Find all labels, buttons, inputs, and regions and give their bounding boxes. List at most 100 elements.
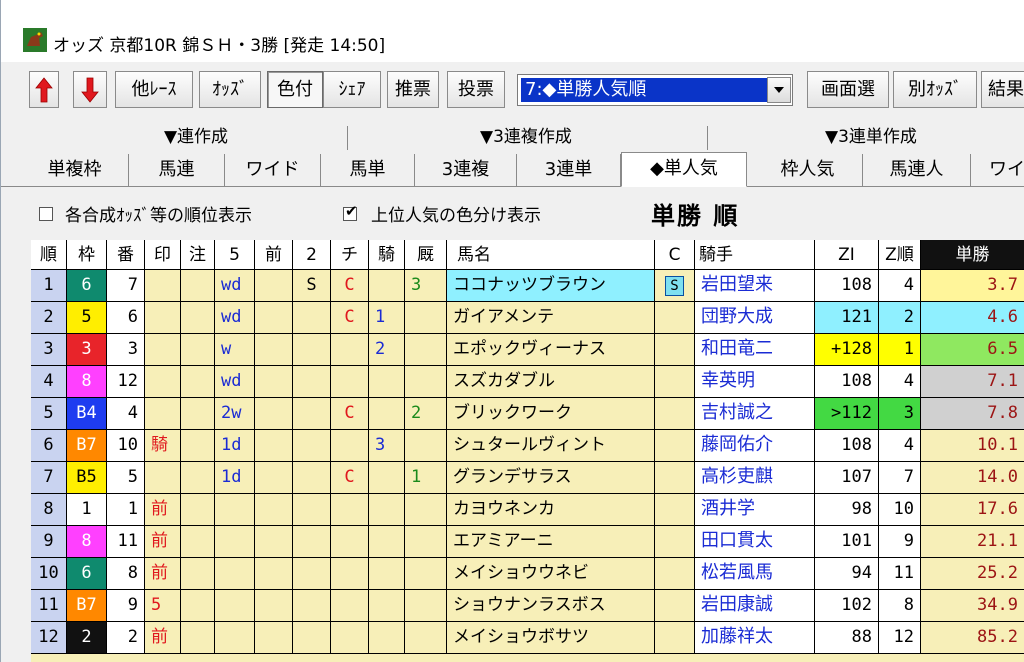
share-button[interactable]: ｼｪｱ bbox=[323, 71, 381, 108]
win-odds-cell[interactable]: 34.9 bbox=[921, 590, 1024, 622]
jockey-name[interactable]: 藤岡佑介 bbox=[695, 430, 815, 462]
jockey-name[interactable]: 酒井学 bbox=[695, 494, 815, 526]
column-header-zrank[interactable]: Z順 bbox=[879, 240, 921, 270]
horse-name[interactable]: シュタールヴィント bbox=[447, 430, 655, 462]
column-header-five[interactable]: 5 bbox=[215, 240, 255, 270]
umaban-cell: 1 bbox=[107, 494, 145, 526]
jockey-name[interactable]: 吉村誠之 bbox=[695, 398, 815, 430]
column-header-jockey[interactable]: 騎手 bbox=[695, 240, 815, 270]
c-cell bbox=[655, 302, 695, 334]
tab-wide[interactable]: ワイド bbox=[225, 154, 321, 186]
jockey-name[interactable]: 田口貫太 bbox=[695, 526, 815, 558]
top-color-checkbox[interactable]: ✔ bbox=[343, 203, 358, 221]
column-header-two[interactable]: 2 bbox=[293, 240, 331, 270]
win-odds-cell[interactable]: 10.1 bbox=[921, 430, 1024, 462]
jockey-name[interactable]: 岩田康誠 bbox=[695, 590, 815, 622]
tab-tanfukuwaku[interactable]: 単複枠 bbox=[21, 154, 129, 186]
recent5-cell bbox=[215, 526, 255, 558]
column-header-chi[interactable]: チ bbox=[331, 240, 369, 270]
jockey-name[interactable]: 岩田望来 bbox=[695, 270, 815, 302]
horse-name[interactable]: ブリックワーク bbox=[447, 398, 655, 430]
win-odds-cell[interactable]: 25.2 bbox=[921, 558, 1024, 590]
column-header-ban[interactable]: 番 bbox=[107, 240, 145, 270]
column-header-kyu[interactable]: 厩 bbox=[405, 240, 447, 270]
column-header-chu[interactable]: 注 bbox=[181, 240, 215, 270]
result-button[interactable]: 結果 bbox=[981, 71, 1024, 108]
column-header-waku[interactable]: 枠 bbox=[67, 240, 107, 270]
waku-cell: 5 bbox=[67, 302, 107, 334]
win-odds-cell[interactable]: 17.6 bbox=[921, 494, 1024, 526]
column-header-c[interactable]: C bbox=[655, 240, 695, 270]
jockey-name[interactable]: 松若風馬 bbox=[695, 558, 815, 590]
color-button[interactable]: 色付 bbox=[267, 71, 323, 108]
rank-cell: 11 bbox=[31, 590, 67, 622]
rank-cell: 12 bbox=[31, 622, 67, 654]
tab-wide-ninki[interactable]: ワイ bbox=[971, 154, 1024, 186]
horse-name[interactable]: エポックヴィーナス bbox=[447, 334, 655, 366]
jockey-name[interactable]: 団野大成 bbox=[695, 302, 815, 334]
column-header-odds[interactable]: 単勝 bbox=[921, 240, 1024, 270]
stable-cell bbox=[405, 622, 447, 654]
dropdown-button[interactable] bbox=[767, 77, 791, 103]
recommend-button[interactable]: 推票 bbox=[387, 71, 439, 108]
tab-3renpuku[interactable]: 3連複 bbox=[415, 154, 517, 186]
c-cell bbox=[655, 590, 695, 622]
cell-mae bbox=[255, 366, 293, 398]
stable-cell bbox=[405, 366, 447, 398]
win-odds-cell[interactable]: 21.1 bbox=[921, 526, 1024, 558]
display-mode-select[interactable]: 7:◆単勝人気順 bbox=[517, 74, 793, 106]
z-rank-cell: 4 bbox=[879, 430, 921, 462]
jockey-change-cell bbox=[369, 270, 405, 302]
jockey-change-cell: 2 bbox=[369, 334, 405, 366]
group-3renpuku[interactable]: ▼3連複作成 bbox=[361, 122, 691, 152]
cell-mae bbox=[255, 558, 293, 590]
horse-name[interactable]: スズカダブル bbox=[447, 366, 655, 398]
horse-name[interactable]: メイショウウネビ bbox=[447, 558, 655, 590]
jockey-name[interactable]: 幸英明 bbox=[695, 366, 815, 398]
prev-race-button[interactable] bbox=[29, 71, 59, 108]
column-header-shirushi[interactable]: 印 bbox=[145, 240, 181, 270]
tab-waku-ninki[interactable]: 枠人気 bbox=[753, 154, 863, 186]
horse-name[interactable]: ガイアメンテ bbox=[447, 302, 655, 334]
other-odds-button[interactable]: 別ｵｯｽﾞ bbox=[893, 71, 977, 108]
horse-name[interactable]: カヨウネンカ bbox=[447, 494, 655, 526]
win-odds-cell[interactable]: 85.2 bbox=[921, 622, 1024, 654]
group-3rentan[interactable]: ▼3連単作成 bbox=[721, 122, 1021, 152]
tab-umaren-ninki[interactable]: 馬連人 bbox=[863, 154, 971, 186]
group-ren[interactable]: ▼連作成 bbox=[61, 122, 331, 152]
horse-name[interactable]: エアミアーニ bbox=[447, 526, 655, 558]
vote-button[interactable]: 投票 bbox=[447, 71, 505, 108]
win-odds-cell[interactable]: 14.0 bbox=[921, 462, 1024, 494]
tab-tan-ninki[interactable]: ◆単人気 bbox=[621, 152, 747, 187]
cell-mae bbox=[255, 430, 293, 462]
win-odds-cell[interactable]: 3.7 bbox=[921, 270, 1024, 302]
tab-umaren[interactable]: 馬連 bbox=[129, 154, 225, 186]
other-race-button[interactable]: 他ﾚｰｽ bbox=[115, 71, 193, 108]
column-header-rank[interactable]: 順 bbox=[31, 240, 67, 270]
jockey-name[interactable]: 高杉吏麒 bbox=[695, 462, 815, 494]
tab-umatan[interactable]: 馬単 bbox=[321, 154, 415, 186]
jockey-name[interactable]: 和田竜二 bbox=[695, 334, 815, 366]
tab-3rentan[interactable]: 3連単 bbox=[517, 154, 621, 186]
synthetic-rank-checkbox[interactable] bbox=[39, 207, 53, 221]
screen-select-button[interactable]: 画面選 bbox=[807, 71, 889, 108]
cell-chu bbox=[181, 430, 215, 462]
horse-name[interactable]: ショウナンラスボス bbox=[447, 590, 655, 622]
win-odds-cell[interactable]: 7.8 bbox=[921, 398, 1024, 430]
horse-name[interactable]: メイショウボサツ bbox=[447, 622, 655, 654]
horse-name[interactable]: グランデサラス bbox=[447, 462, 655, 494]
jockey-name[interactable]: 加藤祥太 bbox=[695, 622, 815, 654]
column-header-mae[interactable]: 前 bbox=[255, 240, 293, 270]
win-odds-cell[interactable]: 6.5 bbox=[921, 334, 1024, 366]
column-header-ki[interactable]: 騎 bbox=[369, 240, 405, 270]
odds-button[interactable]: ｵｯｽﾞ bbox=[199, 71, 261, 108]
column-header-horse[interactable]: 馬名 bbox=[447, 240, 655, 270]
rank-cell: 7 bbox=[31, 462, 67, 494]
umaban-cell: 6 bbox=[107, 302, 145, 334]
next-race-button[interactable] bbox=[73, 71, 107, 108]
column-header-zi[interactable]: ZI bbox=[815, 240, 879, 270]
win-odds-cell[interactable]: 4.6 bbox=[921, 302, 1024, 334]
win-odds-cell[interactable]: 7.1 bbox=[921, 366, 1024, 398]
waku-cell: 6 bbox=[67, 270, 107, 302]
horse-name[interactable]: ココナッツブラウン bbox=[447, 270, 655, 302]
